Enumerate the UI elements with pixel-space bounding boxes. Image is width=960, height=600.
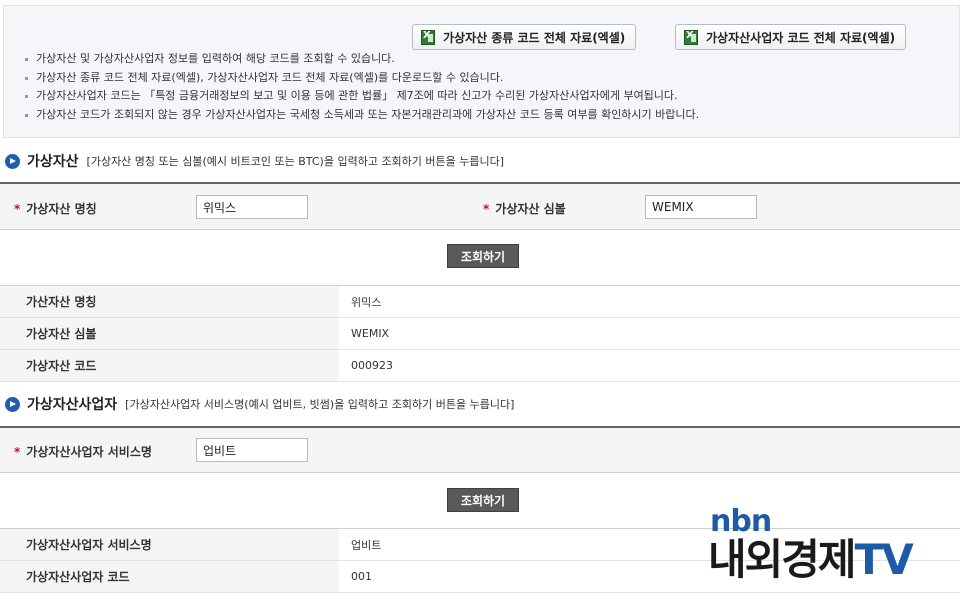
info-bullet: 가상자산 종류 코드 전체 자료(엑셀), 가상자산사업자 코드 전체 자료(엑…: [24, 69, 699, 88]
asset-section-heading: 가상자산: [27, 154, 79, 170]
logo-wordmark: 내외경제TV: [708, 535, 914, 585]
required-mark: *: [14, 445, 21, 459]
asset-code-excel-download-label: 가상자산 종류 코드 전체 자료(엑셀): [443, 30, 626, 45]
provider-service-input[interactable]: [196, 438, 308, 462]
logo-tv: TV: [854, 535, 914, 584]
asset-name-label: * 가상자산 명칭: [14, 200, 97, 217]
info-bullet-list: 가상자산 및 가상자산사업자 정보를 입력하여 해당 코드를 조회할 수 있습니…: [24, 50, 699, 124]
result-value: WEMIX: [339, 317, 960, 350]
provider-section-title: 가상자산사업자 [가상자산사업자 서비스명(예시 업비트, 빗썸)을 입력하고 …: [5, 394, 514, 414]
asset-search-button[interactable]: 조회하기: [447, 244, 519, 268]
result-label: 가산자산 명칭: [0, 285, 339, 318]
asset-symbol-label: * 가상자산 심볼: [483, 200, 566, 217]
broadcaster-watermark-logo: nbn 내외경제TV: [708, 505, 948, 595]
required-mark: *: [483, 202, 490, 216]
provider-section-heading: 가상자산사업자: [27, 397, 118, 413]
asset-name-label-text: 가상자산 명칭: [26, 202, 97, 216]
result-label: 가상자산사업자 서비스명: [0, 528, 339, 561]
provider-service-label: * 가상자산사업자 서비스명: [14, 443, 152, 460]
required-mark: *: [14, 202, 21, 216]
provider-search-form: * 가상자산사업자 서비스명: [0, 426, 960, 473]
excel-icon: [421, 29, 435, 45]
result-value: 000923: [339, 349, 960, 382]
result-label: 가상자산 코드: [0, 349, 339, 382]
asset-search-form: * 가상자산 명칭 * 가상자산 심볼: [0, 182, 960, 230]
info-box: 가상자산 종류 코드 전체 자료(엑셀) 가상자산사업자 코드 전체 자료(엑셀…: [3, 5, 960, 138]
table-row: 가상자산 코드 000923: [0, 349, 960, 382]
result-label: 가상자산사업자 코드: [0, 560, 339, 593]
logo-name: 내외경제: [708, 535, 857, 584]
provider-code-excel-download-button[interactable]: 가상자산사업자 코드 전체 자료(엑셀): [675, 24, 907, 50]
provider-section-description: [가상자산사업자 서비스명(예시 업비트, 빗썸)을 입력하고 조회하기 버튼을…: [125, 398, 515, 411]
table-row: 가산자산 명칭 위믹스: [0, 285, 960, 318]
provider-service-label-text: 가상자산사업자 서비스명: [26, 445, 152, 459]
asset-section-title: 가상자산 [가상자산 명칭 또는 심볼(예시 비트코인 또는 BTC)을 입력하…: [5, 151, 504, 171]
provider-search-button[interactable]: 조회하기: [447, 488, 519, 512]
asset-name-input[interactable]: [196, 195, 308, 219]
logo-brand: nbn: [710, 504, 772, 539]
excel-icon: [684, 29, 698, 45]
info-bullet: 가상자산 및 가상자산사업자 정보를 입력하여 해당 코드를 조회할 수 있습니…: [24, 50, 699, 69]
arrow-right-circle-icon: [5, 153, 20, 169]
asset-symbol-input[interactable]: [645, 195, 757, 219]
arrow-right-circle-icon: [5, 396, 20, 412]
asset-code-excel-download-button[interactable]: 가상자산 종류 코드 전체 자료(엑셀): [412, 24, 637, 50]
asset-symbol-label-text: 가상자산 심볼: [495, 202, 566, 216]
result-label: 가상자산 심볼: [0, 317, 339, 350]
table-row: 가상자산 심볼 WEMIX: [0, 317, 960, 350]
asset-section-description: [가상자산 명칭 또는 심볼(예시 비트코인 또는 BTC)을 입력하고 조회하…: [86, 155, 505, 168]
asset-result-table: 가산자산 명칭 위믹스 가상자산 심볼 WEMIX 가상자산 코드 000923: [0, 285, 960, 382]
provider-code-excel-download-label: 가상자산사업자 코드 전체 자료(엑셀): [706, 30, 896, 45]
info-bullet: 가상자산 코드가 조회되지 않는 경우 가상자산사업자는 국세청 소득세과 또는…: [24, 106, 699, 125]
info-bullet: 가상자산사업자 코드는 「특정 금융거래정보의 보고 및 이용 등에 관한 법률…: [24, 87, 699, 106]
result-value: 위믹스: [339, 285, 960, 318]
